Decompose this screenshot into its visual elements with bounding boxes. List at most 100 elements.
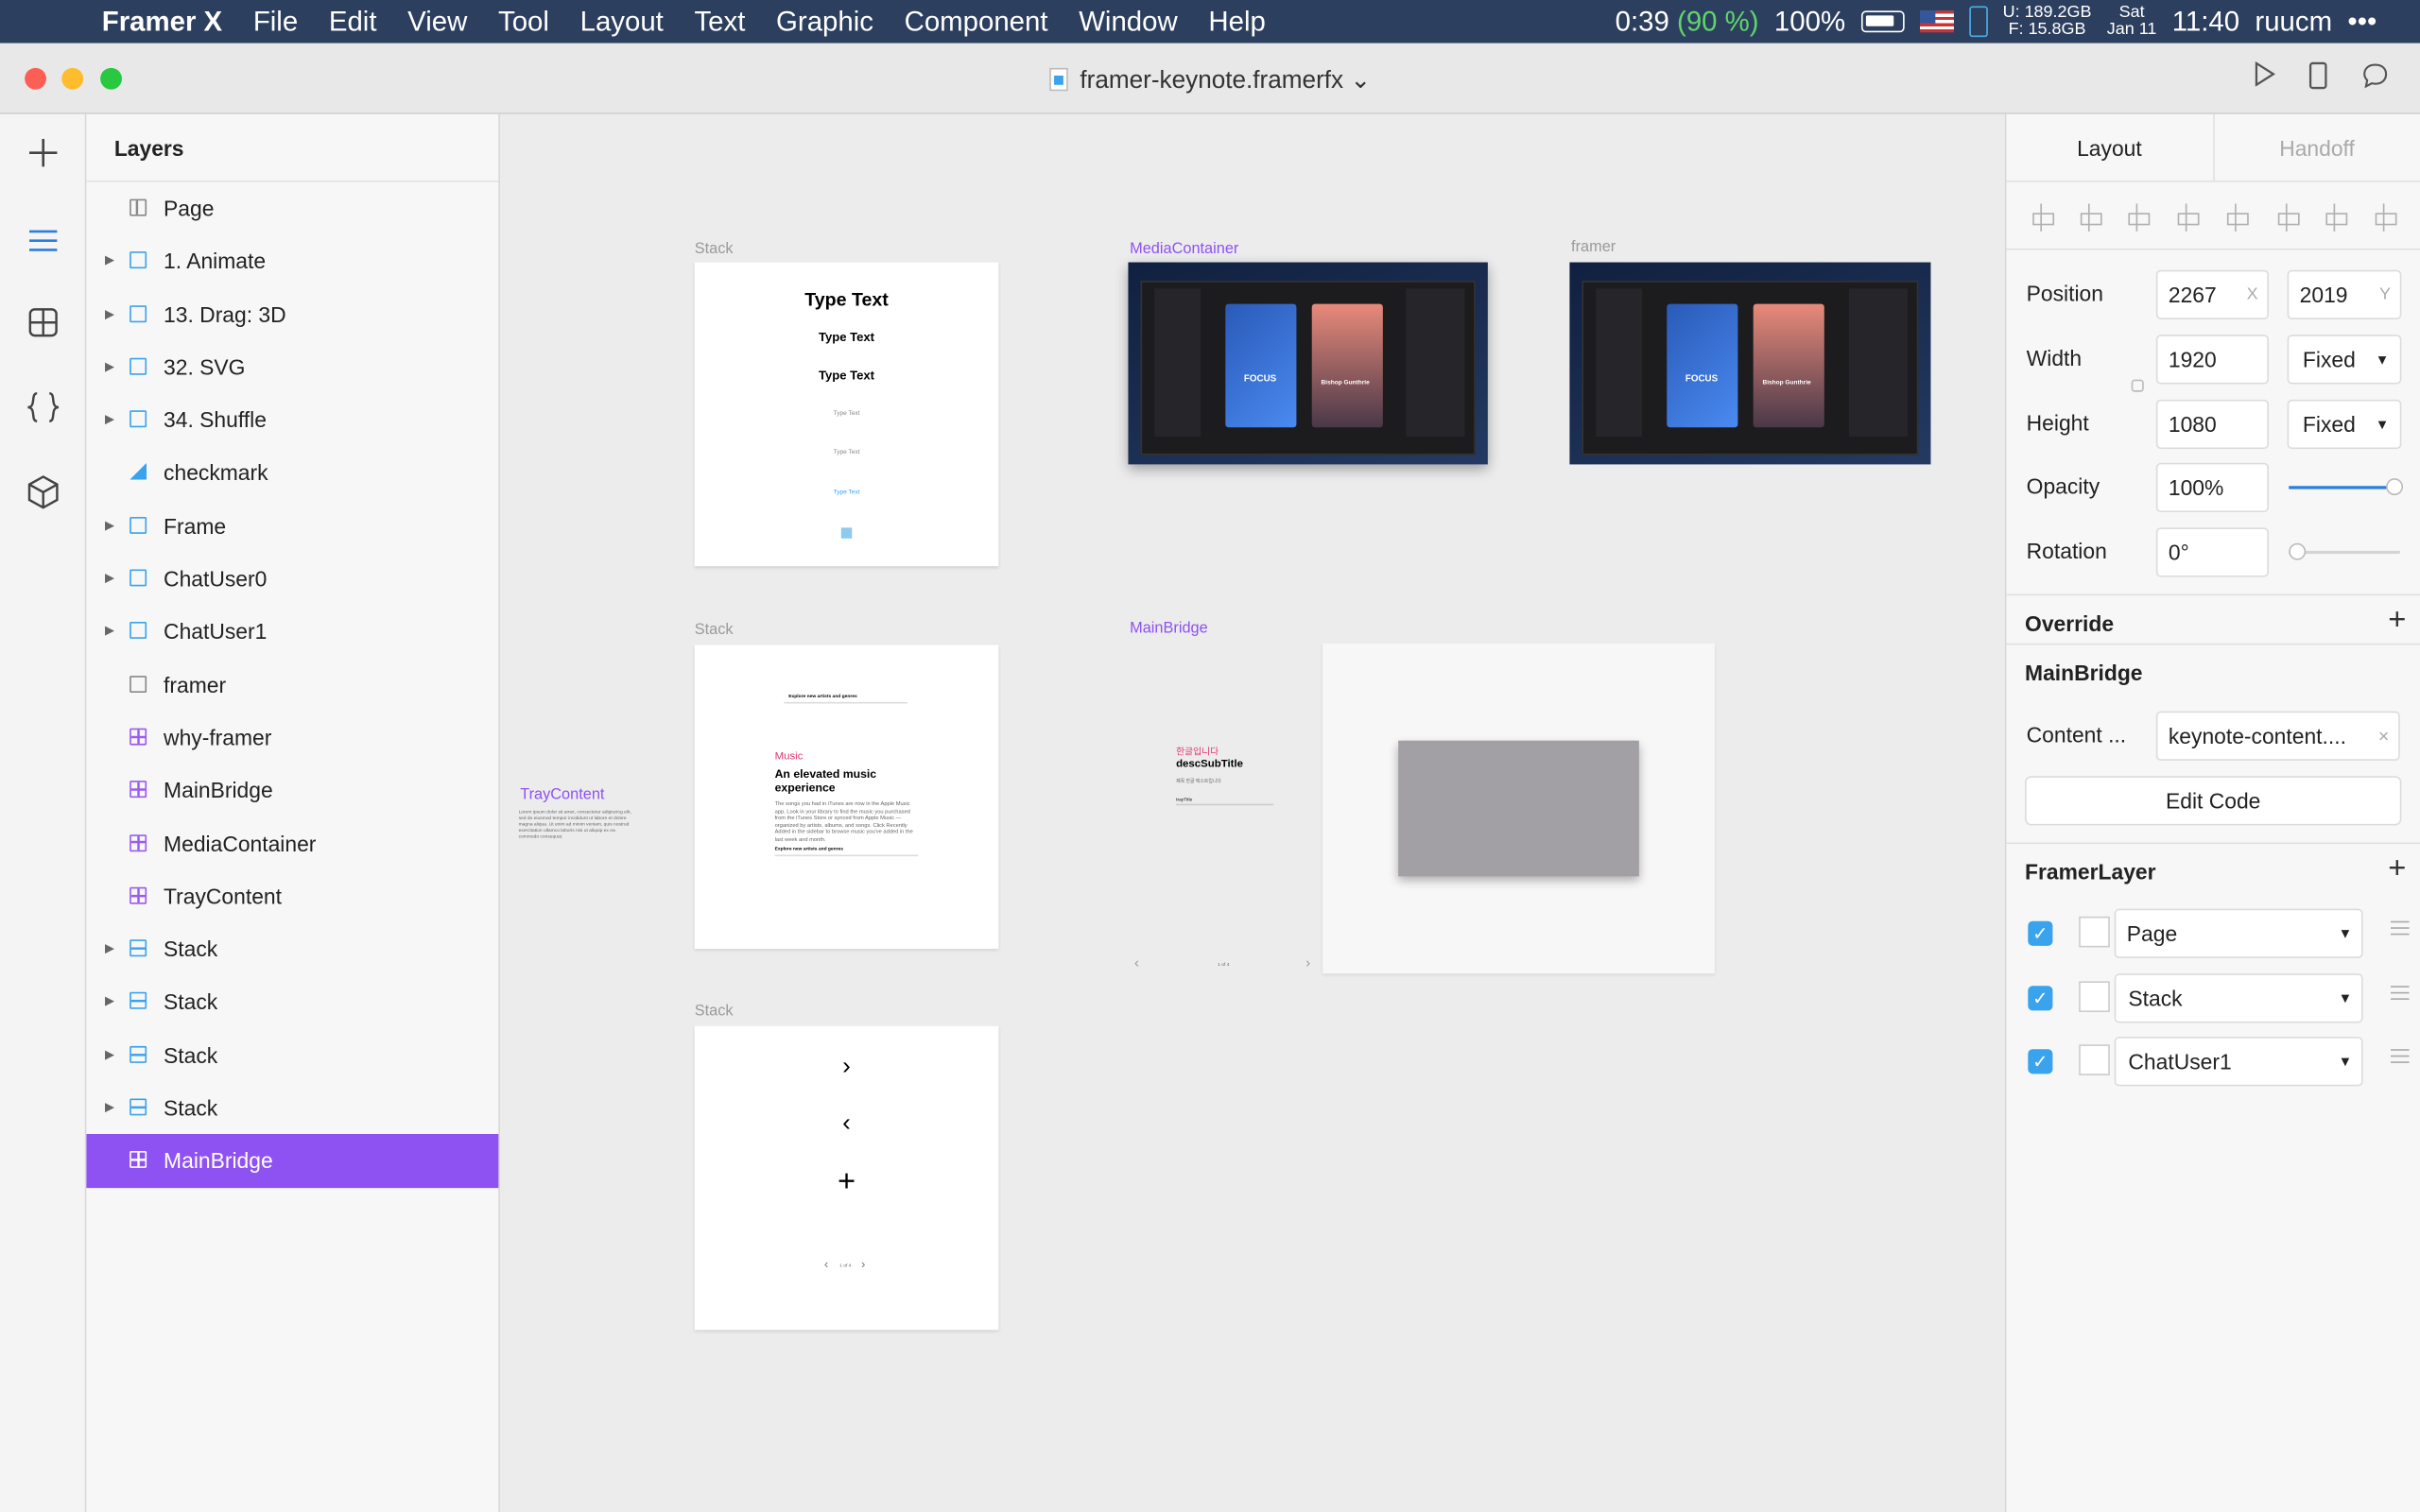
distribute-h-icon[interactable]	[2322, 203, 2349, 232]
layer-row[interactable]: ▶ ChatUser0	[86, 553, 498, 606]
menu-view[interactable]: View	[407, 6, 467, 38]
frame-label-stack[interactable]: Stack	[695, 622, 734, 639]
layer-row[interactable]: ▶ Frame	[86, 500, 498, 553]
frame-label-stack[interactable]: Stack	[695, 241, 734, 258]
packages-box-icon[interactable]	[22, 475, 65, 519]
layer-row[interactable]: ▶ 32. SVG	[86, 341, 498, 394]
layer-row[interactable]: ▶ Stack	[86, 1029, 498, 1082]
framerlayer-checkbox[interactable]: ✓	[2028, 920, 2053, 946]
opacity-slider-knob[interactable]	[2386, 478, 2404, 496]
sidecar-icon[interactable]	[1968, 6, 1988, 38]
next-arrow-icon[interactable]: ›	[1305, 955, 1310, 971]
menu-tool[interactable]: Tool	[498, 6, 549, 38]
menu-graphic[interactable]: Graphic	[776, 6, 873, 38]
prev-arrow-icon[interactable]: ‹	[1134, 955, 1139, 971]
framerlayer-swatch[interactable]	[2079, 981, 2110, 1013]
us-flag-input-icon[interactable]	[1919, 10, 1954, 33]
battery-icon[interactable]	[1860, 10, 1905, 33]
align-top-icon[interactable]	[2173, 203, 2201, 232]
aspect-lock-icon[interactable]	[2131, 379, 2144, 392]
layer-row[interactable]: ▶ ChatUser1	[86, 606, 498, 659]
layer-row[interactable]: ▶ Stack	[86, 1082, 498, 1135]
layer-row[interactable]: ▶ 34. Shuffle	[86, 394, 498, 447]
edit-code-button[interactable]: Edit Code	[2025, 776, 2402, 826]
layer-row[interactable]: MediaContainer	[86, 817, 498, 870]
position-y-input[interactable]: 2019 Y	[2287, 269, 2402, 319]
expand-arrow-icon[interactable]: ▶	[105, 500, 114, 553]
layer-row[interactable]: ▶ 13. Drag: 3D	[86, 288, 498, 341]
layer-row[interactable]: why-framer	[86, 712, 498, 765]
framerlayer-checkbox[interactable]: ✓	[2028, 986, 2053, 1011]
framer-frame[interactable]: FOCUS Bishop Gunthrie	[1569, 262, 1931, 465]
framerlayer-select[interactable]: Stack ▼	[2114, 973, 2363, 1023]
opacity-slider[interactable]	[2289, 478, 2404, 496]
user-name[interactable]: ruucm	[2255, 6, 2332, 38]
expand-arrow-icon[interactable]: ▶	[105, 1029, 114, 1082]
expand-arrow-icon[interactable]: ▶	[105, 976, 114, 1029]
opacity-input[interactable]: 100%	[2155, 462, 2269, 513]
media-container-frame[interactable]: FOCUS Bishop Gunthrie	[1128, 262, 1488, 465]
clear-content-icon[interactable]: ×	[2378, 713, 2389, 759]
align-right-icon[interactable]	[2124, 203, 2152, 232]
date-display[interactable]: Sat Jan 11	[2107, 4, 2157, 39]
height-mode-select[interactable]: Fixed ▼	[2287, 399, 2402, 450]
framerlayer-checkbox[interactable]: ✓	[2028, 1049, 2053, 1074]
layer-row[interactable]: Page	[86, 182, 498, 235]
insert-plus-icon[interactable]	[22, 136, 65, 180]
battery-time[interactable]: 0:39 (90 %)	[1616, 6, 1759, 38]
framerlayer-swatch[interactable]	[2079, 1044, 2110, 1075]
stack-frame-type-text[interactable]: Type Text Type Text Type Text Type Text …	[694, 262, 999, 567]
design-canvas[interactable]: Stack Type Text Type Text Type Text Type…	[499, 113, 2005, 1512]
framerlayer-swatch[interactable]	[2079, 916, 2110, 948]
code-braces-icon[interactable]	[22, 390, 65, 434]
layer-row[interactable]: ▶ Stack	[86, 976, 498, 1029]
width-input[interactable]: 1920	[2155, 335, 2269, 385]
menu-component[interactable]: Component	[905, 6, 1048, 38]
expand-arrow-icon[interactable]: ▶	[105, 553, 114, 606]
expand-arrow-icon[interactable]: ▶	[105, 341, 114, 394]
expand-arrow-icon[interactable]: ▶	[105, 1082, 114, 1135]
layer-row[interactable]: MainBridge	[86, 765, 498, 817]
drag-handle-icon[interactable]	[2390, 986, 2410, 1000]
document-title[interactable]: framer-keynote.framerfx ⌄	[0, 65, 2420, 96]
rotation-input[interactable]: 0°	[2155, 527, 2269, 577]
distribute-v-icon[interactable]	[2371, 203, 2398, 232]
rotation-slider-knob[interactable]	[2289, 542, 2307, 560]
layer-row[interactable]: TrayContent	[86, 870, 498, 923]
comment-icon[interactable]	[2359, 61, 2393, 95]
app-menu[interactable]: Framer X	[102, 6, 222, 38]
align-left-icon[interactable]	[2028, 203, 2055, 232]
expand-arrow-icon[interactable]: ▶	[105, 923, 114, 976]
stack-frame-controls[interactable]: › ‹ + ‹ 1 of 4 ›	[694, 1025, 999, 1331]
more-icon[interactable]: •••	[2347, 6, 2377, 38]
menu-file[interactable]: File	[253, 6, 298, 38]
layer-row[interactable]: ▶ 1. Animate	[86, 235, 498, 288]
add-override-plus-icon[interactable]: +	[2388, 603, 2406, 639]
frame-label-stack[interactable]: Stack	[695, 1003, 734, 1020]
framerlayer-select[interactable]: Page ▼	[2114, 908, 2363, 958]
expand-arrow-icon[interactable]: ▶	[105, 235, 114, 288]
layer-row-selected[interactable]: MainBridge	[86, 1134, 499, 1188]
drag-handle-icon[interactable]	[2390, 1049, 2410, 1063]
rotation-slider[interactable]	[2289, 542, 2400, 560]
disk-usage[interactable]: U: 189.2GB F: 15.8GB	[2003, 4, 2092, 39]
tray-content-text[interactable]: Lorem ipsum dolor sit amet, consectetur …	[519, 809, 633, 840]
framerlayer-select[interactable]: ChatUser1 ▼	[2114, 1037, 2363, 1087]
device-preview-icon[interactable]	[2301, 61, 2335, 95]
frame-label-traycontent[interactable]: TrayContent	[520, 787, 604, 804]
align-bottom-icon[interactable]	[2273, 203, 2301, 232]
layer-row[interactable]: ▶ Stack	[86, 923, 498, 976]
content-input[interactable]: keynote-content.... ×	[2155, 711, 2400, 761]
frame-label-mainbridge[interactable]: MainBridge	[1130, 620, 1208, 637]
layers-icon[interactable]	[22, 220, 65, 264]
menu-window[interactable]: Window	[1079, 6, 1178, 38]
height-input[interactable]: 1080	[2155, 399, 2269, 450]
preview-play-icon[interactable]	[2247, 60, 2281, 95]
expand-arrow-icon[interactable]: ▶	[105, 394, 114, 447]
frame-label-framer[interactable]: framer	[1571, 239, 1616, 256]
align-middle-v-icon[interactable]	[2222, 203, 2250, 232]
layer-row[interactable]: framer	[86, 659, 498, 712]
position-x-input[interactable]: 2267 X	[2155, 269, 2269, 319]
menu-text[interactable]: Text	[694, 6, 745, 38]
tab-layout[interactable]: Layout	[2006, 113, 2215, 181]
